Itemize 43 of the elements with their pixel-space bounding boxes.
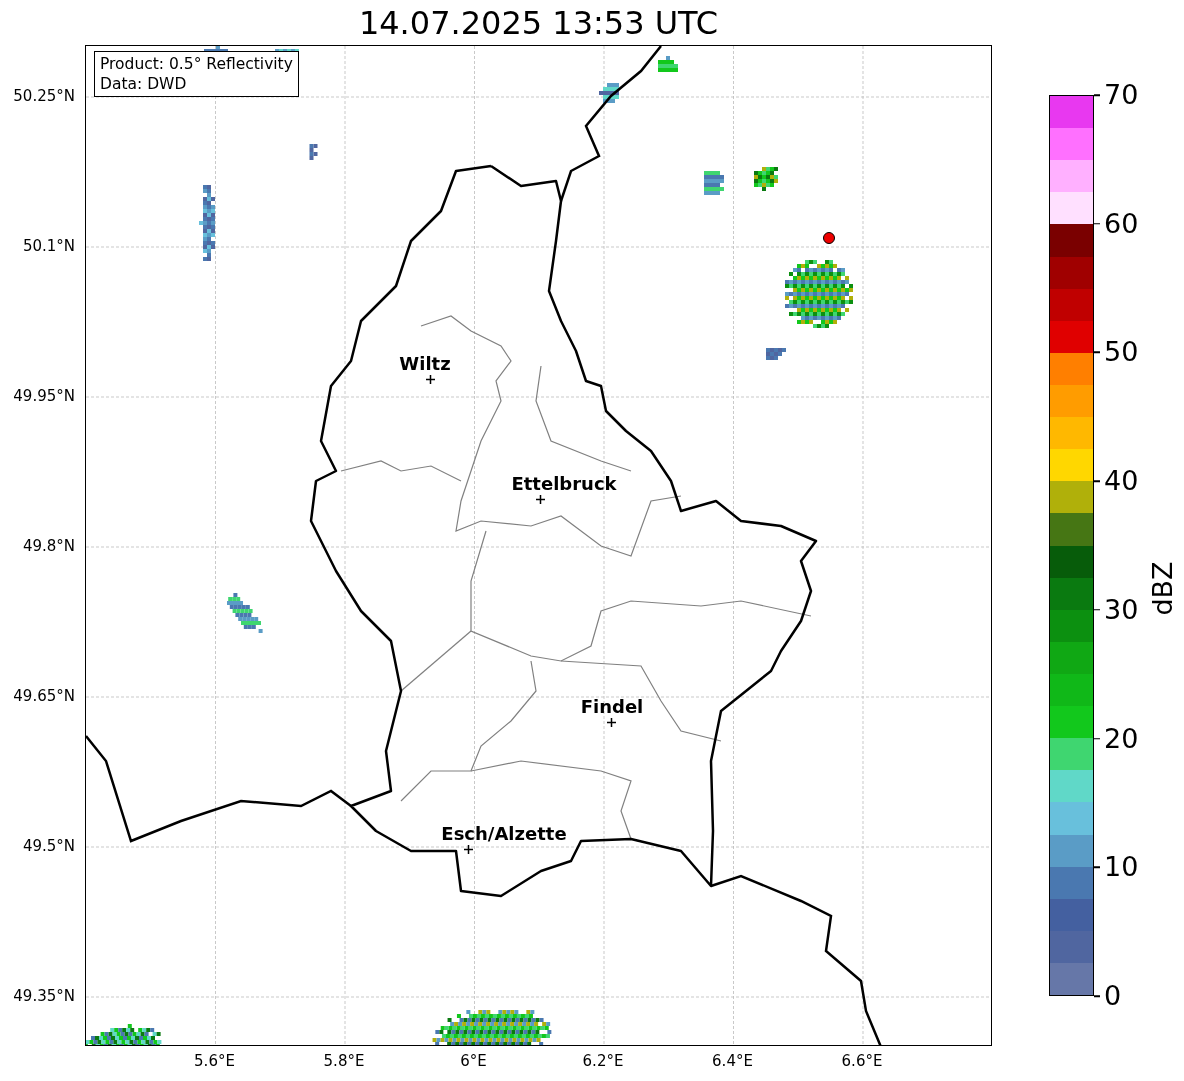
city-label: Ettelbruck: [511, 473, 617, 494]
colorbar-tick-label: 30: [1104, 594, 1139, 625]
radar-echo: [599, 83, 619, 103]
city-label: Findel: [580, 696, 644, 717]
colorbar-tick-label: 50: [1104, 337, 1139, 368]
colorbar-tick-label: 60: [1104, 208, 1139, 239]
colorbar-tick-label: 20: [1104, 723, 1139, 754]
radar-echo: [754, 167, 778, 191]
latitude-tick-label: 49.8°N: [22, 537, 75, 555]
city-marker-icon: [535, 494, 545, 504]
latitude-tick-label: 49.5°N: [22, 837, 75, 855]
radar-echo: [704, 171, 724, 195]
longitude-tick-label: 5.8°E: [323, 1052, 365, 1070]
radar-echo: [785, 260, 853, 328]
latitude-tick-label: 50.1°N: [22, 237, 75, 255]
colorbar-label: dBZ: [1146, 560, 1178, 616]
chart-title: 14.07.2025 13:53 UTC: [358, 3, 719, 42]
radar-echo: [658, 56, 678, 72]
longitude-tick-label: 6.2°E: [582, 1052, 624, 1070]
latitude-tick-label: 49.65°N: [13, 687, 75, 705]
info-text: Product: 0.5° Reflectivity: [100, 54, 293, 74]
longitude-tick-label: 6.6°E: [841, 1052, 883, 1070]
radar-echo: [309, 144, 318, 160]
latitude-tick-label: 49.95°N: [13, 387, 75, 405]
radar-echo: [227, 593, 263, 633]
colorbar-tick-label: 70: [1104, 80, 1139, 110]
info-text: Data: DWD: [100, 74, 188, 94]
latitude-tick-label: 49.35°N: [13, 987, 75, 1005]
city-marker-icon: [425, 374, 435, 384]
latitude-tick-label: 50.25°N: [13, 87, 75, 105]
tick-mark: [1094, 995, 1100, 997]
colorbar-tick-label: 0: [1104, 981, 1122, 1011]
radar-echo: [766, 348, 786, 360]
longitude-tick-label: 5.6°E: [194, 1052, 235, 1070]
city-label: Esch/Alzette: [441, 823, 567, 844]
location-marker: [823, 232, 835, 244]
colorbar-tick-label: 40: [1104, 466, 1139, 497]
city-marker-icon: [463, 844, 473, 854]
city-marker-icon: [606, 717, 616, 727]
longitude-tick-label: 6.4°E: [712, 1052, 753, 1070]
longitude-tick-label: 6°E: [460, 1052, 487, 1070]
colorbar-tick-label: 10: [1104, 852, 1139, 883]
city-label: Wiltz: [399, 353, 451, 374]
